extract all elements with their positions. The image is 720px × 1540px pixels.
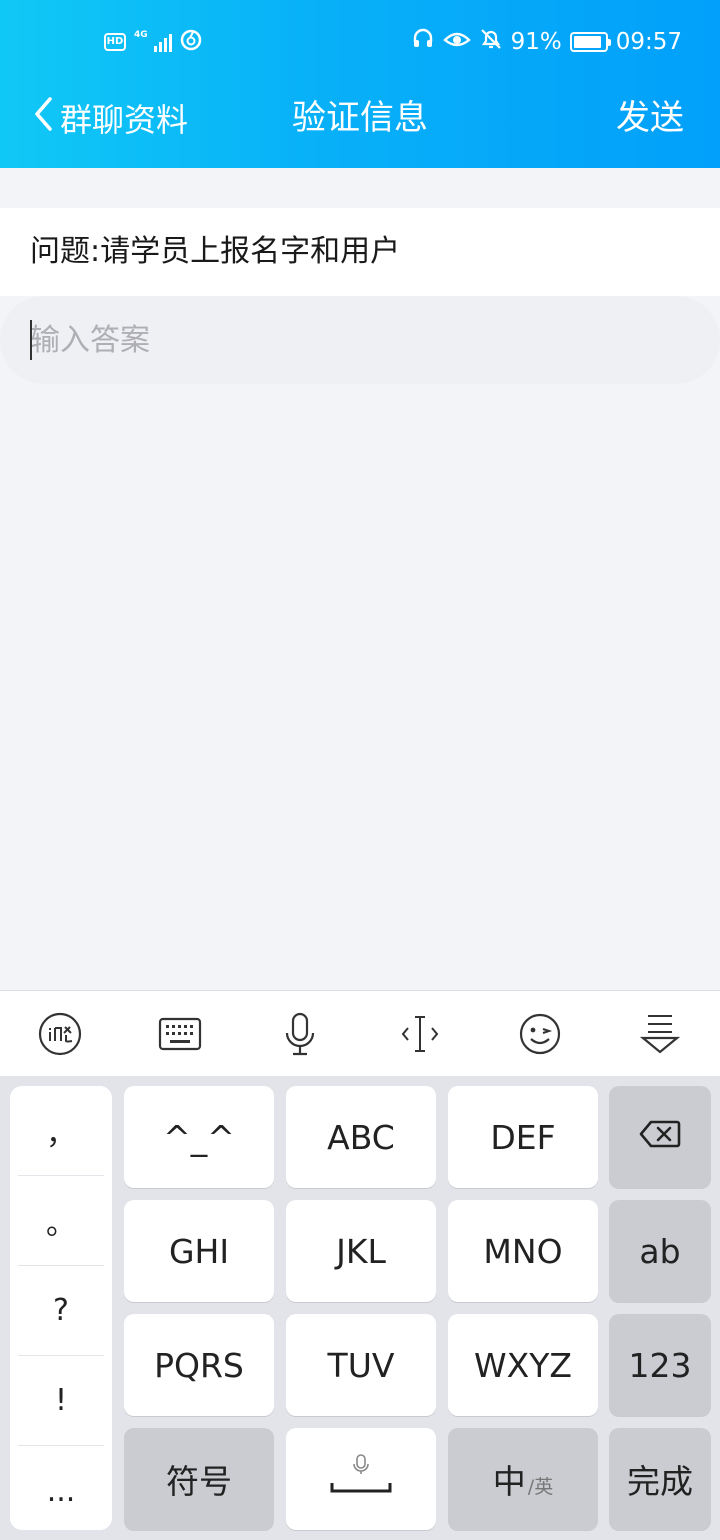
status-right: 91% 09:57: [411, 28, 682, 56]
language-switch-key[interactable]: 中/英: [448, 1428, 598, 1530]
xunfei-logo-icon[interactable]: [0, 991, 120, 1077]
clock-time: 09:57: [615, 29, 682, 55]
space-key[interactable]: [286, 1428, 436, 1530]
headset-icon: [411, 27, 435, 57]
symbols-key[interactable]: 符号: [124, 1428, 274, 1530]
microphone-icon[interactable]: [240, 991, 360, 1077]
netease-music-icon: [180, 29, 202, 55]
send-button[interactable]: 发送: [616, 98, 684, 138]
lang-main-label: 中: [492, 1462, 526, 1501]
signal-4g-icon: 4G: [134, 30, 172, 54]
key-jkl[interactable]: JKL: [286, 1200, 436, 1302]
backspace-key[interactable]: [609, 1086, 711, 1188]
battery-icon: [569, 32, 611, 52]
key-tuv[interactable]: TUV: [286, 1314, 436, 1416]
battery-percent: 91%: [510, 29, 562, 55]
key-mno[interactable]: MNO: [448, 1200, 598, 1302]
key-123[interactable]: 123: [609, 1314, 711, 1416]
eye-comfort-icon: [442, 27, 471, 57]
back-label: 群聊资料: [60, 101, 189, 139]
header: HD 4G 91% 09:57 验证信息 群聊资料 发送: [0, 0, 720, 168]
keyboard: ， 。 ? ! ... ^_^ ABC DEF GHI JKL MNO ab P…: [0, 1076, 720, 1540]
key-abc[interactable]: ABC: [286, 1086, 436, 1188]
back-button[interactable]: 群聊资料: [32, 96, 189, 140]
hide-keyboard-icon[interactable]: [600, 991, 720, 1077]
keyboard-toolbar: [0, 990, 720, 1076]
key-question[interactable]: ?: [18, 1266, 104, 1356]
status-left: HD 4G: [104, 28, 202, 56]
answer-field[interactable]: [0, 296, 720, 384]
answer-input[interactable]: [30, 322, 680, 358]
question-text: 问题:请学员上报名字和用户: [0, 208, 720, 296]
status-bar: HD 4G 91% 09:57: [0, 0, 720, 84]
silent-bell-icon: [479, 27, 503, 57]
key-ellipsis[interactable]: ...: [18, 1446, 104, 1536]
emoji-icon[interactable]: [480, 991, 600, 1077]
nav-bar: 验证信息 群聊资料 发送: [0, 84, 720, 168]
key-ghi[interactable]: GHI: [124, 1200, 274, 1302]
key-ab[interactable]: ab: [609, 1200, 711, 1302]
punctuation-column: ， 。 ? ! ...: [10, 1086, 112, 1530]
key-pqrs[interactable]: PQRS: [124, 1314, 274, 1416]
lang-sub-label: /英: [527, 1475, 554, 1498]
key-exclamation[interactable]: !: [18, 1356, 104, 1446]
key-comma[interactable]: ，: [18, 1086, 104, 1176]
done-key[interactable]: 完成: [609, 1428, 711, 1530]
key-wxyz[interactable]: WXYZ: [448, 1314, 598, 1416]
key-emoticon[interactable]: ^_^: [124, 1086, 274, 1188]
hd-icon: HD: [104, 33, 126, 51]
text-caret: [30, 320, 32, 360]
chevron-left-icon: [32, 96, 54, 140]
keyboard-icon[interactable]: [120, 991, 240, 1077]
backspace-icon: [639, 1118, 681, 1157]
space-voice-icon: [329, 1453, 393, 1505]
key-def[interactable]: DEF: [448, 1086, 598, 1188]
cursor-move-icon[interactable]: [360, 991, 480, 1077]
key-period[interactable]: 。: [18, 1176, 104, 1266]
